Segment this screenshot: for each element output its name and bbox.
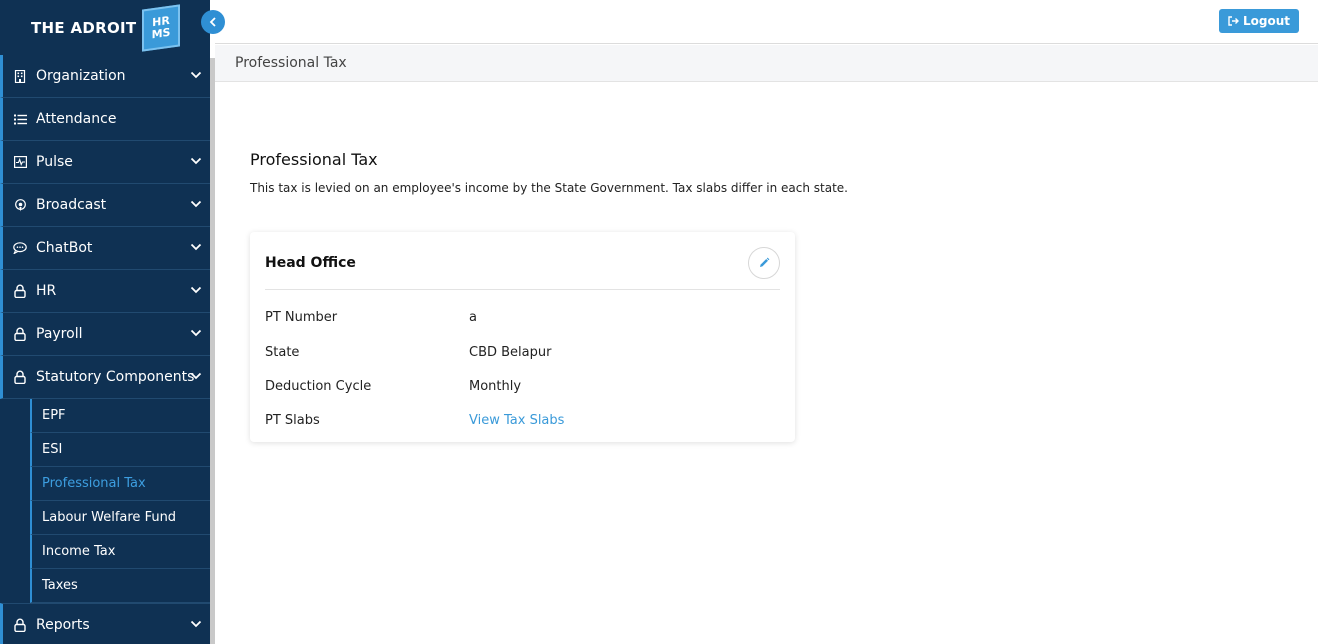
- field-value: CBD Belapur: [469, 345, 552, 360]
- sidebar-nav: THE ADROIT HR MS Organization Attendance…: [0, 0, 210, 644]
- breadcrumb-current: Professional Tax: [235, 55, 347, 71]
- sidebar-item-label: Reports: [36, 616, 90, 633]
- main-content: Professional Tax This tax is levied on a…: [250, 150, 848, 195]
- view-tax-slabs-link[interactable]: View Tax Slabs: [469, 413, 564, 428]
- sidebar-item-organization[interactable]: Organization: [0, 55, 210, 98]
- sidebar-subitem-epf[interactable]: EPF: [30, 399, 210, 433]
- pt-slabs-row: PT Slabs View Tax Slabs: [265, 413, 564, 428]
- chevron-down-icon: [190, 372, 202, 380]
- page-title: Professional Tax: [250, 150, 378, 169]
- sign-out-icon: [1228, 16, 1239, 26]
- broadcast-icon: [13, 198, 27, 212]
- pulse-icon: [13, 155, 27, 169]
- sidebar-item-label: Statutory Components: [36, 369, 195, 385]
- deduction-cycle-row: Deduction Cycle Monthly: [265, 379, 521, 394]
- chevron-down-icon: [190, 243, 202, 251]
- field-value: Monthly: [469, 379, 522, 394]
- chevron-left-icon: [209, 17, 216, 27]
- card-divider: [265, 289, 780, 290]
- sidebar-item-broadcast[interactable]: Broadcast: [0, 184, 210, 227]
- state-row: State CBD Belapur: [265, 345, 551, 360]
- field-label: State: [265, 345, 300, 360]
- sidebar-item-pulse[interactable]: Pulse: [0, 141, 210, 184]
- brand-logo[interactable]: THE ADROIT HR MS: [0, 0, 210, 55]
- sidebar-item-hr[interactable]: HR: [0, 270, 210, 313]
- field-label: PT Slabs: [265, 413, 320, 428]
- collapse-sidebar-button[interactable]: [201, 10, 225, 34]
- building-icon: [13, 69, 27, 83]
- chat-icon: [13, 241, 27, 255]
- sidebar-item-label: HR: [36, 283, 57, 299]
- top-bar: Logout: [215, 0, 1318, 44]
- lock-icon: [13, 618, 27, 632]
- chevron-down-icon: [190, 286, 202, 294]
- field-value: a: [469, 310, 477, 325]
- page-description: This tax is levied on an employee's inco…: [250, 181, 848, 195]
- pt-number-row: PT Number a: [265, 310, 477, 325]
- card-title: Head Office: [265, 255, 356, 271]
- sidebar-item-attendance[interactable]: Attendance: [0, 98, 210, 141]
- logout-label: Logout: [1242, 14, 1290, 28]
- sidebar-scrollbar[interactable]: [210, 58, 215, 644]
- sidebar-item-label: Pulse: [36, 154, 73, 170]
- chevron-down-icon: [190, 620, 202, 628]
- chevron-down-icon: [190, 200, 202, 208]
- lock-icon: [13, 327, 27, 341]
- sidebar-subitem-taxes[interactable]: Taxes: [30, 569, 210, 603]
- logout-button[interactable]: Logout: [1219, 9, 1299, 33]
- sidebar-item-payroll[interactable]: Payroll: [0, 313, 210, 356]
- chevron-down-icon: [190, 71, 202, 79]
- sidebar-item-label: Payroll: [36, 326, 83, 342]
- sidebar-item-label: Organization: [36, 68, 126, 84]
- sidebar-item-label: ChatBot: [36, 240, 93, 256]
- edit-button[interactable]: [748, 247, 780, 279]
- sidebar-item-label: Broadcast: [36, 197, 107, 213]
- sidebar-subitem-labour-welfare-fund[interactable]: Labour Welfare Fund: [30, 501, 210, 535]
- chevron-down-icon: [190, 329, 202, 337]
- head-office-card: Head Office PT Number a State CBD Belapu…: [250, 232, 795, 442]
- hrms-badge: HR MS: [142, 3, 181, 52]
- pencil-icon: [760, 257, 770, 267]
- lock-icon: [13, 370, 27, 384]
- sidebar-subitem-esi[interactable]: ESI: [30, 433, 210, 467]
- field-label: PT Number: [265, 310, 338, 325]
- sidebar-subitem-professional-tax[interactable]: Professional Tax: [30, 467, 210, 501]
- lock-icon: [13, 284, 27, 298]
- breadcrumb: Professional Tax: [215, 45, 1318, 82]
- list-icon: [13, 112, 27, 126]
- brand-name: THE ADROIT: [31, 18, 137, 37]
- sidebar-item-statutory-components[interactable]: Statutory Components: [0, 356, 210, 399]
- hrms-badge-bottom: MS: [152, 25, 171, 41]
- sidebar-item-reports[interactable]: Reports: [0, 603, 210, 644]
- sidebar-item-label: Attendance: [36, 111, 117, 127]
- sidebar-subitem-income-tax[interactable]: Income Tax: [30, 535, 210, 569]
- field-label: Deduction Cycle: [265, 379, 372, 394]
- sidebar-item-chatbot[interactable]: ChatBot: [0, 227, 210, 270]
- chevron-down-icon: [190, 157, 202, 165]
- sidebar: THE ADROIT HR MS Organization Attendance…: [0, 0, 215, 644]
